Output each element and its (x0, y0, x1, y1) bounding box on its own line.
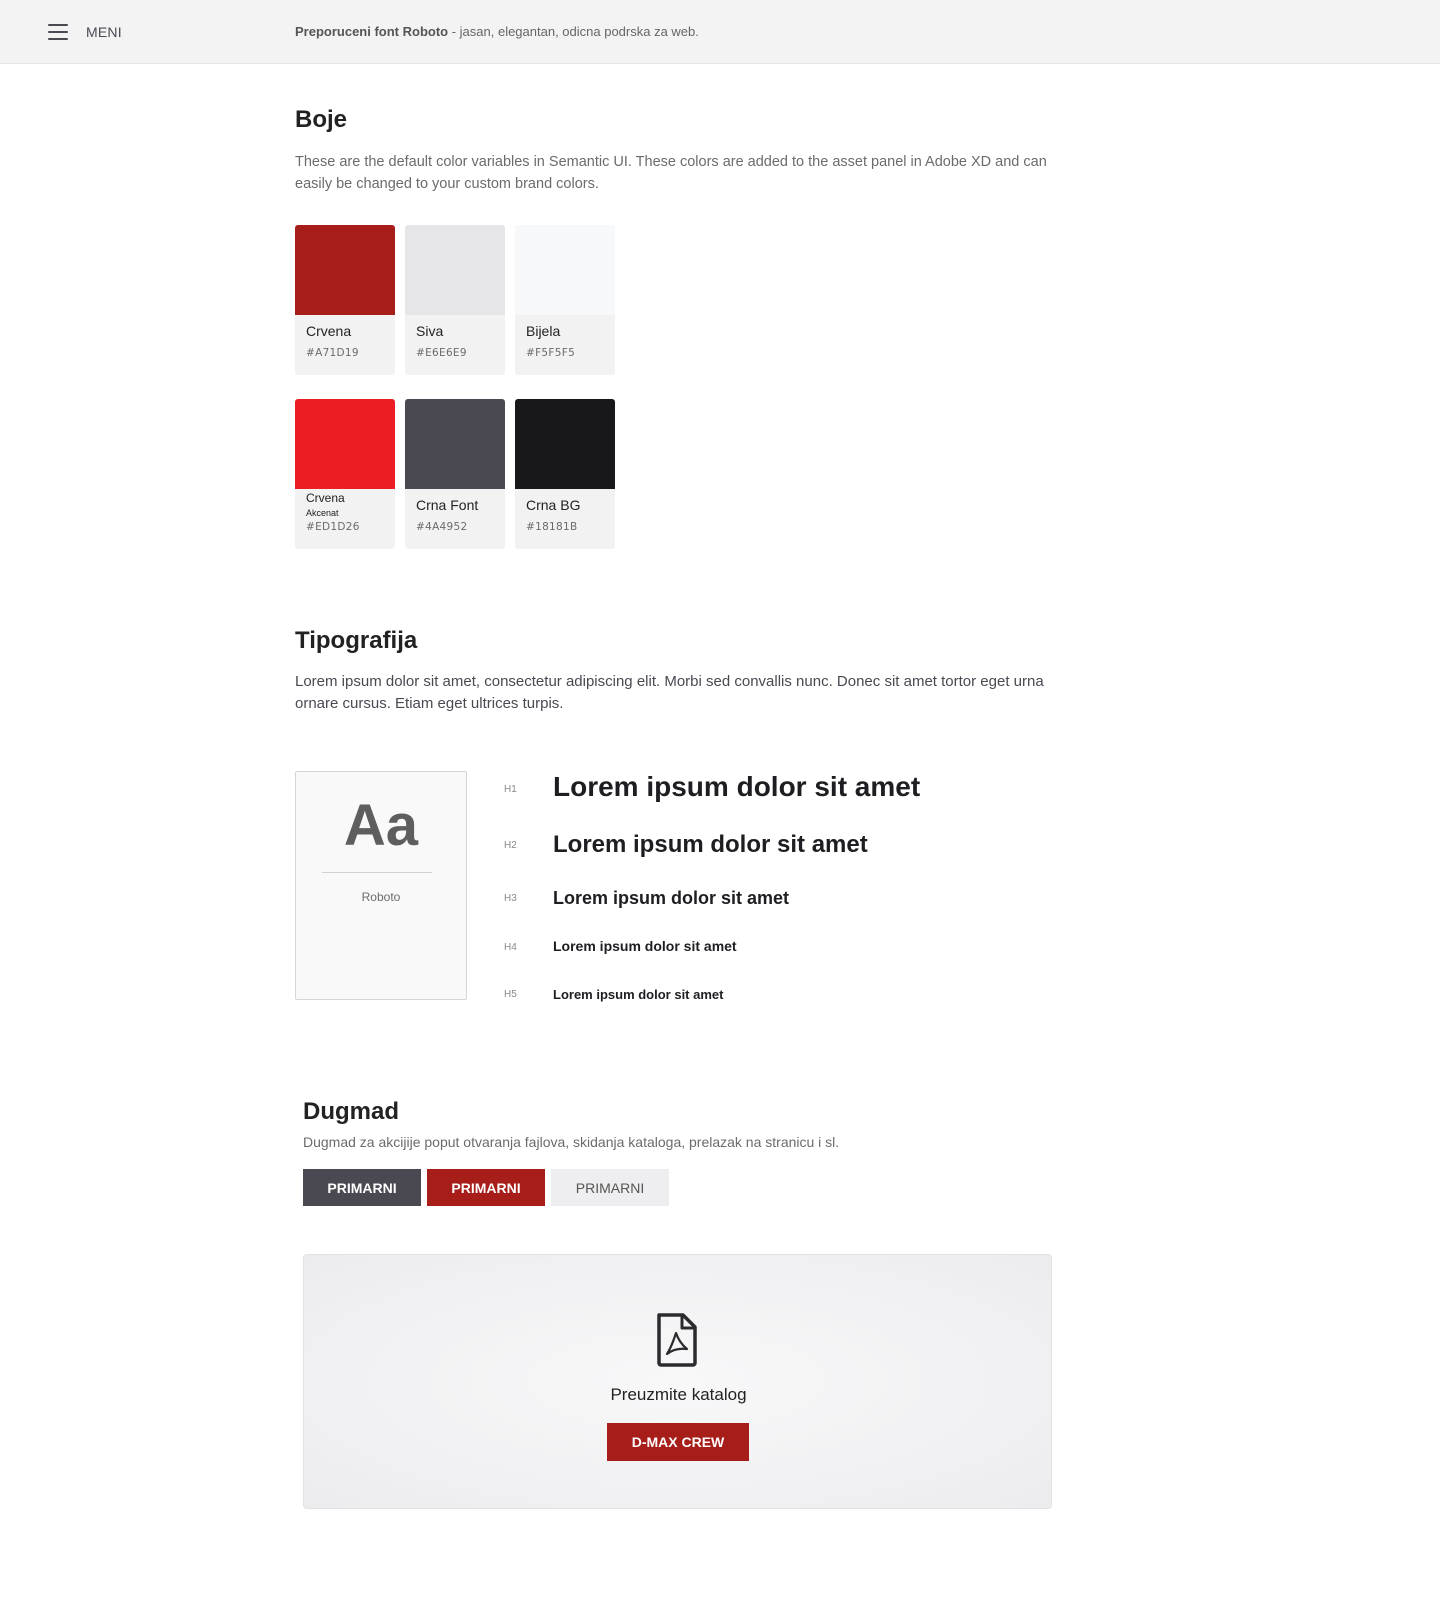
swatch-hex: #4A4952 (416, 521, 468, 533)
swatch-crvena-akcenat: Crvena Akcenat #ED1D26 (295, 399, 395, 549)
typography-title: Tipografija (295, 627, 418, 654)
font-recommendation-bold: Preporuceni font Roboto (295, 24, 449, 39)
catalog-download-card: Preuzmite katalog D-MAX CREW (303, 1254, 1052, 1509)
heading-sample-h4: Lorem ipsum dolor sit amet (553, 938, 737, 954)
swatch-name: Crna Font (416, 497, 479, 513)
swatch-chip (405, 399, 505, 489)
buttons-description: Dugmad za akcijije poput otvaranja fajlo… (303, 1134, 840, 1150)
hamburger-icon (48, 24, 68, 40)
heading-sample-h2: Lorem ipsum dolor sit amet (553, 831, 868, 858)
primary-red-button[interactable]: PRIMARNI (427, 1169, 545, 1206)
swatch-name: Crvena (306, 491, 345, 505)
colors-title: Boje (295, 106, 348, 133)
heading-sample-h5: Lorem ipsum dolor sit amet (553, 987, 724, 1002)
swatch-crna-bg: Crna BG #18181B (515, 399, 615, 549)
primary-light-button[interactable]: PRIMARNI (551, 1169, 669, 1206)
heading-level-label: H1 (504, 784, 517, 795)
heading-level-label: H4 (504, 942, 517, 953)
heading-level-label: H3 (504, 893, 517, 904)
swatch-crna-font: Crna Font #4A4952 (405, 399, 505, 549)
swatch-crvena: Crvena #A71D19 (295, 225, 395, 375)
buttons-title: Dugmad (303, 1098, 399, 1125)
swatch-hex: #18181B (526, 521, 578, 533)
specimen-divider (322, 872, 432, 873)
heading-level-label: H2 (504, 840, 517, 851)
menu-button[interactable]: MENI (40, 18, 122, 46)
primary-dark-button[interactable]: PRIMARNI (303, 1169, 421, 1206)
swatch-hex: #A71D19 (306, 347, 359, 359)
top-bar: MENI Preporuceni font Roboto - jasan, el… (0, 0, 1440, 64)
swatch-subname: Akcenat (306, 508, 339, 518)
swatch-name: Bijela (526, 323, 561, 339)
swatch-chip (515, 225, 615, 315)
pdf-file-icon (657, 1313, 697, 1367)
colors-description: These are the default color variables in… (295, 154, 1047, 192)
heading-sample-h3: Lorem ipsum dolor sit amet (553, 888, 790, 908)
font-recommendation: Preporuceni font Roboto - jasan, elegant… (295, 24, 699, 39)
swatch-name: Crna BG (526, 497, 581, 513)
swatch-chip (515, 399, 615, 489)
swatch-bijela: Bijela #F5F5F5 (515, 225, 615, 375)
font-specimen-card: Aa Roboto (295, 771, 467, 1000)
heading-level-label: H5 (504, 989, 517, 1000)
swatch-chip (295, 225, 395, 315)
download-catalog-button[interactable]: D-MAX CREW (607, 1423, 749, 1461)
swatch-name: Siva (416, 323, 444, 339)
specimen-glyphs: Aa (343, 793, 419, 858)
heading-sample-h1: Lorem ipsum dolor sit amet (553, 771, 921, 802)
swatch-hex: #F5F5F5 (526, 347, 576, 359)
swatch-hex: #E6E6E9 (416, 347, 467, 359)
swatch-hex: #ED1D26 (306, 521, 360, 533)
swatch-chip (405, 225, 505, 315)
specimen-font-name: Roboto (361, 890, 401, 904)
font-recommendation-text: - jasan, elegantan, odicna podrska za we… (448, 24, 699, 39)
swatch-siva: Siva #E6E6E9 (405, 225, 505, 375)
swatch-chip (295, 399, 395, 489)
typography-description: Lorem ipsum dolor sit amet, consectetur … (295, 673, 1044, 712)
swatch-name: Crvena (306, 323, 352, 339)
catalog-title: Preuzmite katalog (610, 1385, 747, 1404)
menu-label: MENI (86, 24, 122, 40)
